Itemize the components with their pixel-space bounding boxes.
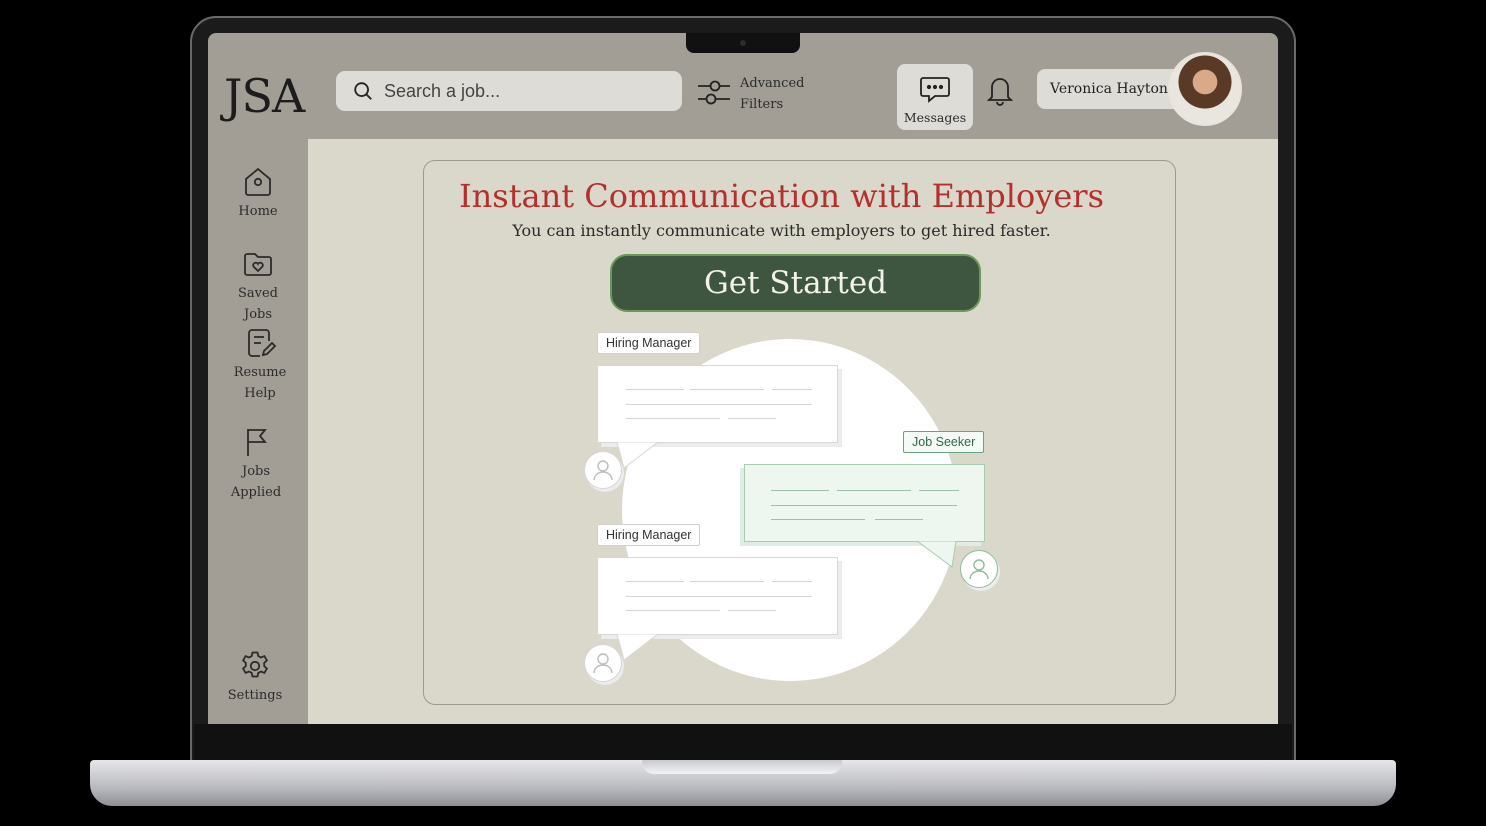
messages-label: Messages bbox=[903, 110, 967, 125]
sidebar-item-label-line2: Help bbox=[244, 386, 276, 401]
filters-label-line2: Filters bbox=[740, 97, 784, 112]
sidebar-item-settings[interactable]: Settings bbox=[227, 649, 283, 706]
laptop-groove bbox=[642, 760, 842, 774]
user-name: Veronica Hayton bbox=[1050, 81, 1168, 97]
chat-bubble-manager bbox=[597, 365, 838, 443]
get-started-button[interactable]: Get Started bbox=[610, 254, 981, 312]
page-subtitle: You can instantly communicate with emplo… bbox=[512, 221, 1051, 240]
sidebar-item-label-line2: Applied bbox=[230, 485, 282, 500]
chat-tail bbox=[616, 442, 659, 469]
filters-label-line1: Advanced bbox=[740, 76, 805, 91]
app-logo[interactable]: JSA bbox=[224, 69, 305, 123]
hiring-manager-tag: Hiring Manager bbox=[597, 332, 701, 354]
user-name-pill[interactable]: Veronica Hayton bbox=[1037, 69, 1187, 109]
search-placeholder: Search a job... bbox=[384, 80, 501, 101]
home-icon bbox=[245, 167, 271, 196]
search-icon bbox=[352, 80, 374, 102]
user-placeholder-icon bbox=[960, 550, 998, 588]
sidebar-item-resume-help[interactable]: Resume Help bbox=[232, 326, 288, 404]
chat-illustration: Hiring Manager Job Seeker Hiring Manager bbox=[584, 331, 1004, 691]
sidebar-item-label: Saved Jobs bbox=[237, 286, 278, 322]
app-screen: JSA Search a job... Advanced Filters Mes… bbox=[208, 33, 1278, 724]
job-seeker-tag: Job Seeker bbox=[903, 431, 985, 453]
sidebar-item-label-line1: Resume bbox=[233, 365, 287, 380]
gear-icon bbox=[241, 651, 269, 678]
avatar[interactable] bbox=[1168, 52, 1242, 126]
sidebar-item-home[interactable]: Home bbox=[236, 165, 280, 222]
messages-button[interactable]: Messages bbox=[897, 64, 973, 130]
user-placeholder-icon bbox=[584, 644, 622, 682]
sidebar-item-saved-jobs[interactable]: Saved Jobs bbox=[222, 247, 294, 325]
advanced-filters-label: Advanced Filters bbox=[740, 73, 804, 115]
edit-document-icon bbox=[248, 329, 277, 357]
user-placeholder-icon bbox=[584, 451, 622, 489]
sliders-icon bbox=[696, 74, 732, 114]
advanced-filters-button[interactable]: Advanced Filters bbox=[696, 73, 804, 115]
sidebar-item-label-line1: Jobs bbox=[241, 464, 271, 479]
sidebar-item-jobs-applied[interactable]: Jobs Applied bbox=[230, 425, 282, 503]
feature-card: Instant Communication with Employers You… bbox=[423, 160, 1176, 705]
heart-folder-icon bbox=[244, 253, 272, 276]
chat-bubble-seeker bbox=[744, 464, 985, 542]
chat-tail bbox=[916, 541, 957, 568]
camera-notch bbox=[686, 33, 800, 53]
chat-bubble-manager bbox=[597, 557, 838, 635]
flag-icon bbox=[247, 429, 267, 456]
notifications-bell-icon[interactable] bbox=[984, 73, 1016, 111]
sidebar-item-label: Home bbox=[238, 204, 278, 219]
main-content: Instant Communication with Employers You… bbox=[308, 139, 1278, 724]
chat-bubble-icon bbox=[918, 72, 952, 106]
hiring-manager-tag: Hiring Manager bbox=[597, 524, 701, 546]
settings-label: Settings bbox=[227, 688, 283, 703]
chat-tail bbox=[616, 634, 659, 661]
camera-icon bbox=[740, 40, 746, 46]
laptop-bezel bbox=[194, 724, 1292, 760]
search-input[interactable]: Search a job... bbox=[336, 71, 682, 111]
laptop-base bbox=[90, 760, 1396, 806]
page-title: Instant Communication with Employers bbox=[459, 177, 1104, 215]
